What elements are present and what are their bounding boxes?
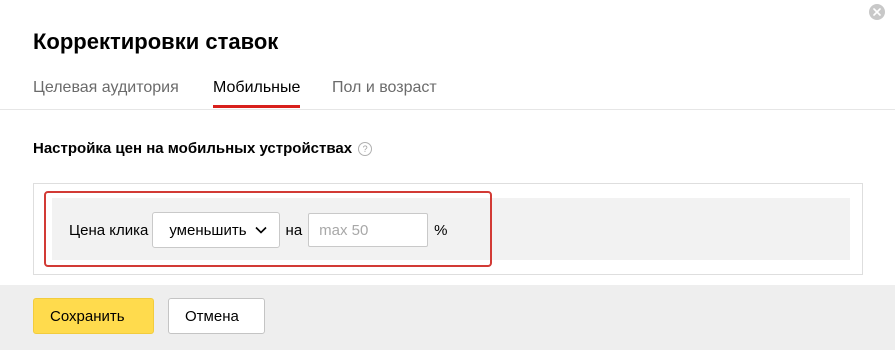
adjustment-direction-value: уменьшить [169, 221, 247, 239]
close-button[interactable] [869, 4, 885, 20]
adjustment-direction-select[interactable]: уменьшить [152, 212, 280, 248]
save-button[interactable]: Сохранить [33, 298, 154, 334]
cancel-button[interactable]: Отмена [168, 298, 265, 334]
click-price-label: Цена клика [69, 221, 149, 239]
close-icon [873, 8, 881, 16]
question-icon[interactable]: ? [358, 141, 373, 156]
tab-target-audience[interactable]: Целевая аудитория [33, 76, 179, 108]
percent-unit: % [434, 221, 448, 239]
tab-bar: Целевая аудитория Мобильные Пол и возрас… [0, 72, 895, 110]
section-title-text: Настройка цен на мобильных устройствах [33, 140, 353, 157]
percent-input[interactable] [308, 213, 429, 247]
chevron-down-icon [254, 226, 267, 234]
connector-label: на [285, 221, 303, 239]
bid-adjustment-row: Цена клика уменьшить на % [69, 212, 448, 248]
tab-mobile[interactable]: Мобильные [213, 76, 301, 108]
section-title: Настройка цен на мобильных устройствах ? [33, 140, 373, 157]
tab-gender-age[interactable]: Пол и возраст [332, 76, 437, 108]
dialog-title: Корректировки ставок [33, 29, 279, 54]
